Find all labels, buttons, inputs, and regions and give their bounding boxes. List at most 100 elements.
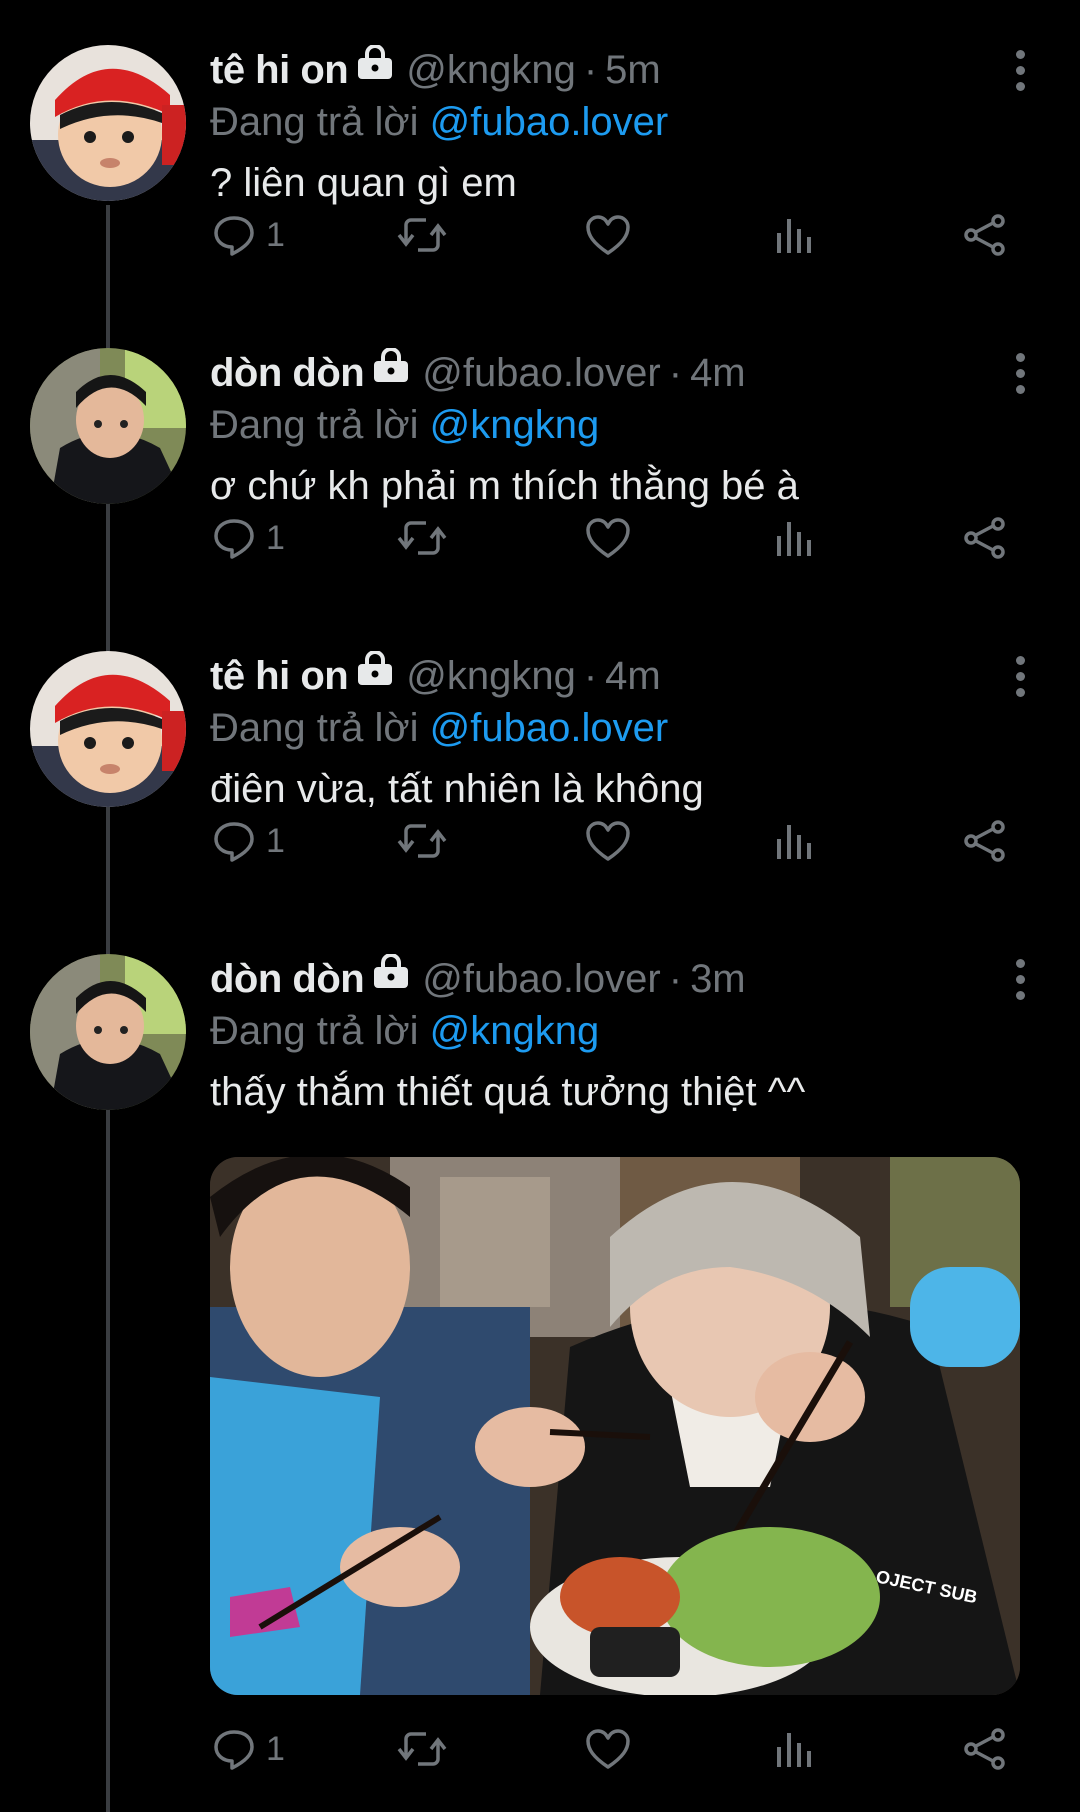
views-icon bbox=[775, 516, 815, 560]
user-handle[interactable]: @kngkng bbox=[406, 40, 576, 100]
tweet-text: điên vừa, tất nhiên là không bbox=[210, 767, 704, 811]
share-icon bbox=[962, 213, 1008, 257]
reply-mention-link[interactable]: @kngkng bbox=[430, 1009, 600, 1053]
views-button[interactable] bbox=[775, 516, 815, 560]
more-icon[interactable] bbox=[1010, 353, 1030, 401]
tweet[interactable]: tê hi on @kngkng · 5m Đang trả lời @fuba… bbox=[0, 40, 1080, 343]
replying-to: Đang trả lời @fubao.lover bbox=[210, 100, 1020, 144]
tweet[interactable]: tê hi on @kngkng · 4m Đang trả lời @fuba… bbox=[0, 646, 1080, 949]
like-icon bbox=[585, 516, 631, 560]
separator-dot: · bbox=[583, 48, 598, 92]
retweet-icon bbox=[396, 213, 448, 257]
reply-icon bbox=[212, 516, 256, 560]
reply-count: 1 bbox=[266, 518, 285, 557]
share-button[interactable] bbox=[962, 213, 1008, 257]
reply-mention-link[interactable]: @kngkng bbox=[430, 403, 600, 447]
more-icon[interactable] bbox=[1010, 656, 1030, 704]
like-button[interactable] bbox=[585, 819, 631, 863]
replying-to: Đang trả lời @fubao.lover bbox=[210, 706, 1020, 750]
retweet-button[interactable] bbox=[396, 516, 448, 560]
separator-dot: · bbox=[583, 654, 598, 698]
avatar[interactable] bbox=[30, 45, 186, 201]
reply-icon bbox=[212, 819, 256, 863]
user-handle[interactable]: @fubao.lover bbox=[422, 343, 661, 403]
separator-dot: · bbox=[668, 351, 683, 395]
replying-to-label: Đang trả lời bbox=[210, 706, 419, 750]
retweet-button[interactable] bbox=[396, 1727, 448, 1771]
reply-button[interactable]: 1 bbox=[212, 516, 285, 560]
reply-icon bbox=[212, 213, 256, 257]
more-icon[interactable] bbox=[1010, 959, 1030, 1007]
display-name[interactable]: dòn dòn bbox=[210, 949, 365, 1009]
share-button[interactable] bbox=[962, 1727, 1008, 1771]
lock-icon bbox=[372, 339, 410, 399]
retweet-icon bbox=[396, 819, 448, 863]
avatar[interactable] bbox=[30, 651, 186, 807]
like-icon bbox=[585, 1727, 631, 1771]
action-bar: 1 bbox=[210, 811, 1010, 871]
like-icon bbox=[585, 213, 631, 257]
reply-button[interactable]: 1 bbox=[212, 819, 285, 863]
lock-icon bbox=[372, 945, 410, 1005]
replying-to-label: Đang trả lời bbox=[210, 100, 419, 144]
timestamp[interactable]: 3m bbox=[690, 949, 746, 1009]
views-icon bbox=[775, 819, 815, 863]
lock-icon bbox=[356, 642, 394, 702]
retweet-button[interactable] bbox=[396, 213, 448, 257]
tweet-text: ơ chứ kh phải m thích thằng bé à bbox=[210, 464, 799, 508]
tweet-text: thấy thắm thiết quá tưởng thiệt ^^ bbox=[210, 1070, 806, 1114]
tweet-text: ? liên quan gì em bbox=[210, 161, 517, 205]
reply-button[interactable]: 1 bbox=[212, 213, 285, 257]
replying-to: Đang trả lời @kngkng bbox=[210, 403, 1020, 447]
more-icon[interactable] bbox=[1010, 50, 1030, 98]
reply-mention-link[interactable]: @fubao.lover bbox=[430, 100, 669, 144]
tweet-photo[interactable]: OJECT SUB bbox=[210, 1157, 1020, 1695]
lock-icon bbox=[356, 36, 394, 96]
like-button[interactable] bbox=[585, 1727, 631, 1771]
views-button[interactable] bbox=[775, 819, 815, 863]
retweet-button[interactable] bbox=[396, 819, 448, 863]
timestamp[interactable]: 4m bbox=[605, 646, 661, 706]
share-icon bbox=[962, 819, 1008, 863]
like-button[interactable] bbox=[585, 213, 631, 257]
reply-count: 1 bbox=[266, 821, 285, 860]
reply-mention-link[interactable]: @fubao.lover bbox=[430, 706, 669, 750]
tweet-header: dòn dòn @fubao.lover · 3m bbox=[210, 949, 1020, 1009]
display-name[interactable]: tê hi on bbox=[210, 40, 349, 100]
timestamp[interactable]: 5m bbox=[605, 40, 661, 100]
reply-button[interactable]: 1 bbox=[212, 1727, 285, 1771]
tweet-header: tê hi on @kngkng · 5m bbox=[210, 40, 1020, 100]
separator-dot: · bbox=[668, 957, 683, 1001]
replying-to-label: Đang trả lời bbox=[210, 403, 419, 447]
display-name[interactable]: tê hi on bbox=[210, 646, 349, 706]
timestamp[interactable]: 4m bbox=[690, 343, 746, 403]
avatar[interactable] bbox=[30, 348, 186, 504]
share-button[interactable] bbox=[962, 516, 1008, 560]
action-bar: 1 bbox=[210, 1719, 1010, 1779]
tweet-header: dòn dòn @fubao.lover · 4m bbox=[210, 343, 1020, 403]
user-handle[interactable]: @kngkng bbox=[406, 646, 576, 706]
action-bar: 1 bbox=[210, 205, 1010, 265]
views-button[interactable] bbox=[775, 213, 815, 257]
reply-icon bbox=[212, 1727, 256, 1771]
share-icon bbox=[962, 516, 1008, 560]
tweet-header: tê hi on @kngkng · 4m bbox=[210, 646, 1020, 706]
tweet[interactable]: dòn dòn @fubao.lover · 3m Đang trả lời @… bbox=[0, 949, 1080, 1812]
action-bar: 1 bbox=[210, 508, 1010, 568]
like-button[interactable] bbox=[585, 516, 631, 560]
like-icon bbox=[585, 819, 631, 863]
replying-to-label: Đang trả lời bbox=[210, 1009, 419, 1053]
reply-count: 1 bbox=[266, 215, 285, 254]
retweet-icon bbox=[396, 516, 448, 560]
tweet[interactable]: dòn dòn @fubao.lover · 4m Đang trả lời @… bbox=[0, 343, 1080, 646]
user-handle[interactable]: @fubao.lover bbox=[422, 949, 661, 1009]
reply-count: 1 bbox=[266, 1729, 285, 1768]
views-icon bbox=[775, 1727, 815, 1771]
views-icon bbox=[775, 213, 815, 257]
retweet-icon bbox=[396, 1727, 448, 1771]
replying-to: Đang trả lời @kngkng bbox=[210, 1009, 1020, 1053]
display-name[interactable]: dòn dòn bbox=[210, 343, 365, 403]
share-button[interactable] bbox=[962, 819, 1008, 863]
avatar[interactable] bbox=[30, 954, 186, 1110]
views-button[interactable] bbox=[775, 1727, 815, 1771]
